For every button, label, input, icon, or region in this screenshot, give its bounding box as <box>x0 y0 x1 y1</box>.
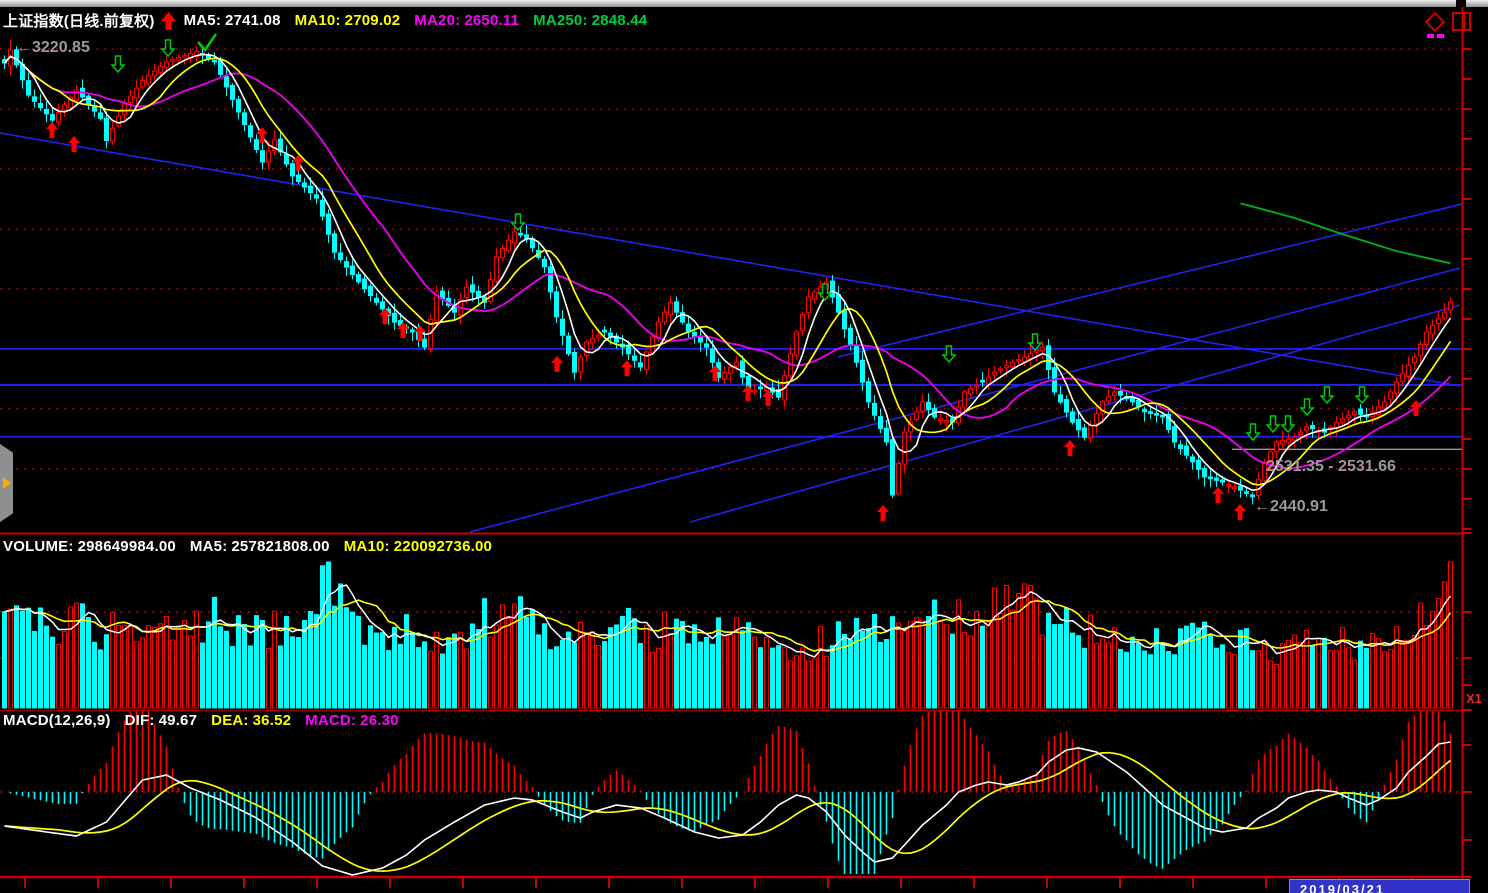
sell-arrow-icon <box>1267 416 1279 432</box>
macd-header: MACD(12,26,9) DIF: 49.67 DEA: 36.52 MACD… <box>3 712 413 729</box>
buy-arrow-icon <box>742 385 754 401</box>
candlestick-chart-canvas[interactable] <box>0 0 1488 893</box>
candlesticks <box>3 40 1453 505</box>
corner-toolbar <box>1424 11 1472 44</box>
buy-arrow-icon <box>68 136 80 152</box>
expand-right-icon <box>3 477 11 489</box>
sell-arrow-icon <box>1321 387 1333 403</box>
volume-scale-label: X1 <box>1466 691 1482 706</box>
low-price-annotation: ←2440.91 <box>1254 498 1328 516</box>
volume-ma5-readout: MA5: 257821808.00 <box>190 538 330 555</box>
ma250-readout: MA250: 2848.44 <box>533 12 647 29</box>
volume-readout: VOLUME: 298649984.00 <box>3 538 176 555</box>
sell-arrow-icon <box>1301 399 1313 415</box>
sell-arrow-icon <box>1356 387 1368 403</box>
sidebar-collapse-handle[interactable] <box>0 444 13 522</box>
volume-header: VOLUME: 298649984.00 MA5: 257821808.00 M… <box>3 538 506 555</box>
dea-readout: DEA: 36.52 <box>211 712 291 729</box>
macd-lines <box>5 742 1451 875</box>
stock-chart-app: { "header": { "title": "上证指数(日线.前复权)", "… <box>0 0 1488 893</box>
diamond-icon[interactable] <box>1424 11 1446 44</box>
ma-lines <box>5 55 1451 491</box>
buy-arrow-icon <box>621 360 633 376</box>
buy-arrow-icon <box>1410 400 1422 416</box>
signal-markers <box>46 34 1422 521</box>
buy-arrow-icon <box>1234 504 1246 520</box>
ma20-readout: MA20: 2650.11 <box>414 12 519 29</box>
window-top-edge-right <box>1466 0 1488 7</box>
buy-arrow-icon <box>1212 487 1224 503</box>
window-top-edge <box>0 0 1456 7</box>
range-price-annotation: 2531.35 - 2531.66 <box>1266 458 1396 476</box>
volume-ma10-readout: MA10: 220092736.00 <box>344 538 492 555</box>
symbol-title: 上证指数(日线.前复权) <box>3 10 155 31</box>
buy-arrow-icon <box>1064 440 1076 456</box>
high-price-annotation: ←3220.85 <box>16 39 90 57</box>
trendlines <box>0 133 1462 532</box>
dif-readout: DIF: 49.67 <box>125 712 198 729</box>
sell-arrow-icon <box>162 40 174 56</box>
sell-arrow-icon <box>1282 416 1294 432</box>
ma5-readout: MA5: 2741.08 <box>184 12 281 29</box>
ma10-readout: MA10: 2709.02 <box>295 12 401 29</box>
sell-arrow-icon <box>112 56 124 72</box>
main-chart-header: 上证指数(日线.前复权) MA5: 2741.08 MA10: 2709.02 … <box>3 10 661 31</box>
buy-arrow-icon <box>551 356 563 372</box>
window-split-icon[interactable] <box>1452 11 1472 38</box>
date-label: 2019/03/21 <box>1289 879 1470 893</box>
check-marker-icon <box>198 34 216 50</box>
red-up-arrow-icon <box>161 12 176 30</box>
buy-arrow-icon <box>46 122 58 138</box>
macd-title: MACD(12,26,9) <box>3 712 111 729</box>
axes <box>0 7 1472 888</box>
buy-arrow-icon <box>877 505 889 521</box>
macd-readout: MACD: 26.30 <box>305 712 399 729</box>
